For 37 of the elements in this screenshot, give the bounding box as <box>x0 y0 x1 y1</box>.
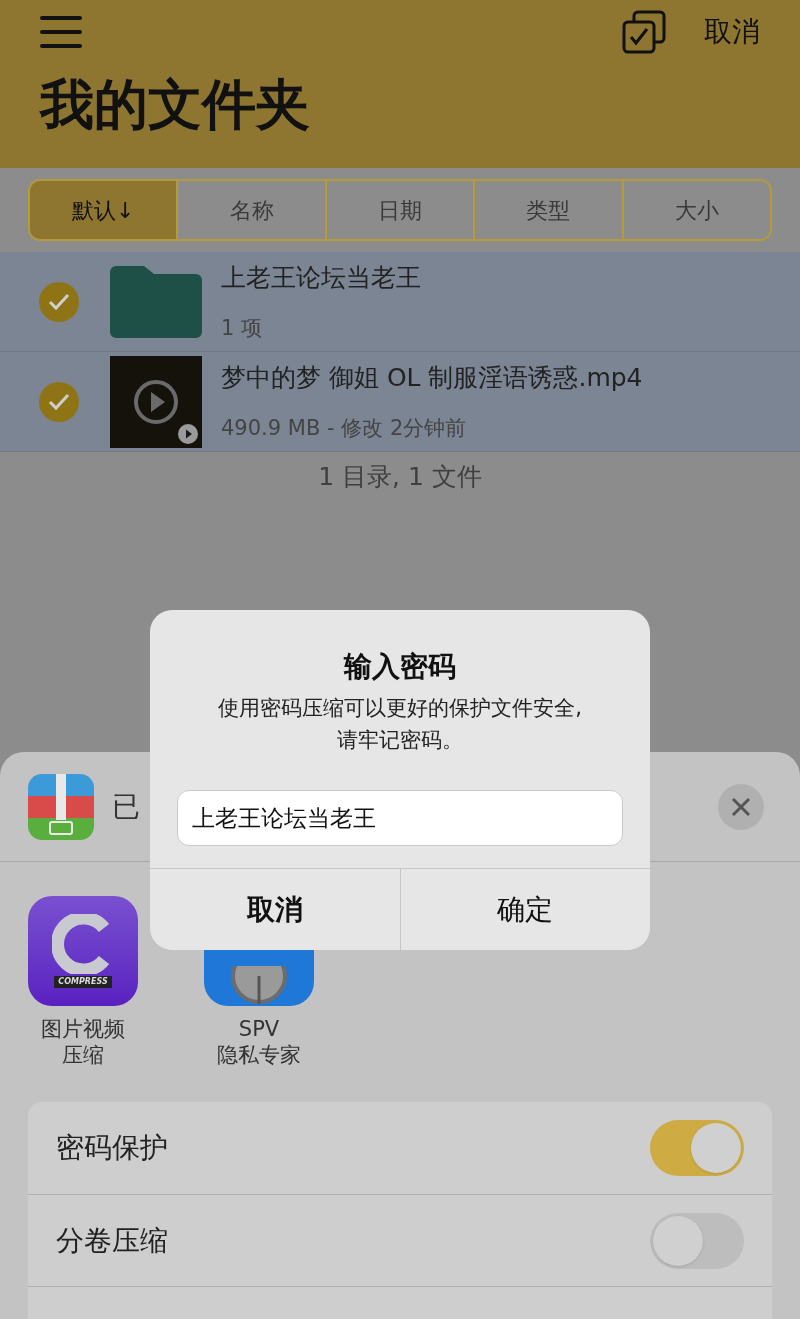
file-name: 梦中的梦 御姐 OL 制服淫语诱惑.mp4 <box>221 361 643 394</box>
file-details: 1 项 <box>221 315 264 342</box>
sort-tab[interactable]: 默认↓ <box>30 181 177 239</box>
check-mark[interactable] <box>39 281 79 322</box>
play-icon <box>133 378 179 425</box>
option-label: 密码保护 <box>56 1130 168 1166</box>
summary-text: 1 目录, 1 文件 <box>317 461 483 493</box>
app-badge-label: COMPRESS <box>54 976 112 988</box>
toggle-switch[interactable] <box>650 1120 744 1176</box>
cancel-button[interactable]: 取消 <box>704 11 760 53</box>
sort-tab[interactable]: 大小 <box>621 181 770 239</box>
file-name: 上老王论坛当老王 <box>221 261 421 294</box>
check-mark[interactable] <box>39 381 79 422</box>
app-label: 图片视频 <box>41 1016 125 1042</box>
sheet-title: 已 <box>112 788 140 825</box>
menu-icon[interactable] <box>40 15 82 49</box>
app-label: SPV <box>238 1016 280 1042</box>
zip-app-icon <box>28 773 94 840</box>
close-button[interactable] <box>718 783 764 830</box>
folder-icon <box>110 265 202 338</box>
compress-app-icon[interactable]: COMPRESS <box>28 896 138 1006</box>
dialog-button[interactable]: 取消 <box>150 869 401 950</box>
dial-icon <box>229 966 289 1006</box>
file-row[interactable]: 上老王论坛当老王 1 项 <box>0 252 800 352</box>
close-icon <box>731 796 751 817</box>
select-all-icon[interactable] <box>622 10 666 54</box>
page-title: 我的文件夹 <box>40 78 311 132</box>
option-label: 分卷压缩 <box>56 1222 168 1259</box>
app-label: 压缩 <box>62 1042 104 1068</box>
file-row[interactable]: 梦中的梦 御姐 OL 制服淫语诱惑.mp4 490.9 MB - 修改 2分钟前 <box>0 352 800 452</box>
dialog-title: 输入密码 <box>344 649 456 685</box>
password-field[interactable]: 上老王论坛当老王 <box>177 790 623 846</box>
dialog-message: 使用密码压缩可以更好的保护文件安全, 请牢记密码。 <box>218 695 582 754</box>
app-label: 隐私专家 <box>217 1042 301 1068</box>
file-details: 490.9 MB - 修改 2分钟前 <box>221 415 468 442</box>
play-badge-icon <box>178 423 198 444</box>
dialog-button[interactable]: 确定 <box>400 869 650 950</box>
